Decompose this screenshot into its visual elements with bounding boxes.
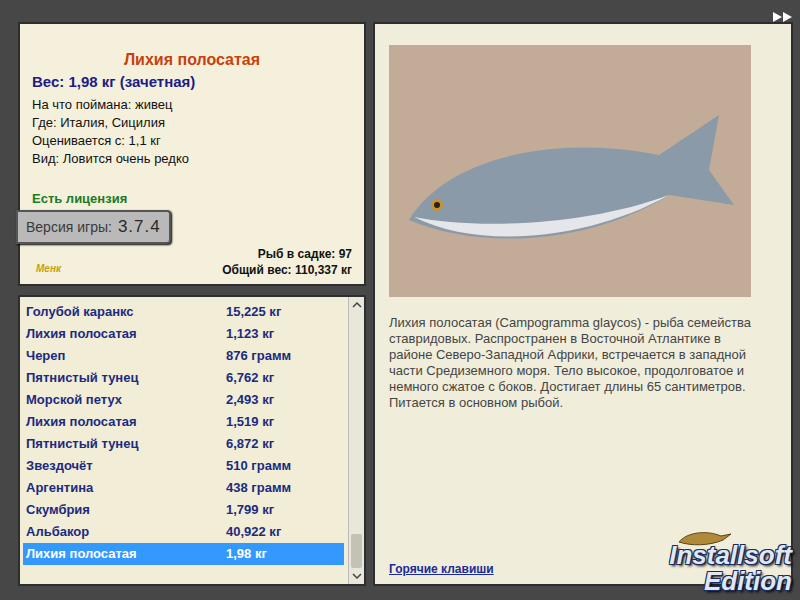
fish-title: Лихия полосатая bbox=[32, 50, 352, 70]
catch-row[interactable]: Пятнистый тунец6,762 кг bbox=[23, 367, 344, 389]
detail-line: Оценивается с: 1,1 кг bbox=[32, 132, 352, 150]
version-number: 3.7.4 bbox=[118, 214, 161, 240]
detail-line: Где: Италия, Сицилия bbox=[32, 114, 352, 132]
catch-row-weight: 438 грамм bbox=[226, 478, 291, 498]
catch-row-weight: 15,225 кг bbox=[226, 302, 281, 322]
catch-list-panel: Голубой каранкс15,225 кгЛихия полосатая1… bbox=[18, 295, 366, 586]
layout: Лихия полосатаяВес: 1,98 кг (зачетная)На… bbox=[0, 0, 800, 586]
catch-row-name: Звездочёт bbox=[26, 456, 226, 476]
catch-row-name: Лихия полосатая bbox=[26, 544, 226, 564]
catch-row-name: Альбакор bbox=[26, 522, 226, 542]
version-badge: Версия игры: 3.7.4 bbox=[16, 210, 171, 244]
scrollbar[interactable] bbox=[348, 297, 364, 584]
fish-info-panel: Лихия полосатая (Campogramma glaycos) - … bbox=[373, 22, 793, 586]
catch-row[interactable]: Лихия полосатая1,123 кг bbox=[23, 323, 344, 345]
catch-row-name: Аргентина bbox=[26, 478, 226, 498]
hotkeys-link[interactable]: Горячие клавиши bbox=[389, 560, 494, 578]
fish-description: Лихия полосатая (Campogramma glaycos) - … bbox=[389, 315, 751, 411]
left-column: Лихия полосатаяВес: 1,98 кг (зачетная)На… bbox=[18, 22, 366, 586]
fish-weight: Вес: 1,98 кг (зачетная) bbox=[32, 72, 352, 92]
license-status: Есть лицензия bbox=[32, 190, 352, 208]
info-footer: Менк Рыб в садке: 97Общий вес: 110,337 кг bbox=[32, 246, 352, 284]
catch-row-weight: 6,762 кг bbox=[226, 368, 274, 388]
catch-row[interactable]: Пятнистый тунец6,872 кг bbox=[23, 433, 344, 455]
catch-row-name: Лихия полосатая bbox=[26, 412, 226, 432]
branding-name: Installsoft bbox=[669, 542, 792, 568]
catch-row[interactable]: Череп876 грамм bbox=[23, 345, 344, 367]
catch-row[interactable]: Аргентина438 грамм bbox=[23, 477, 344, 499]
catch-stats: Рыб в садке: 97Общий вес: 110,337 кг bbox=[222, 246, 352, 278]
scroll-down-icon bbox=[349, 568, 365, 584]
catch-row-name: Пятнистый тунец bbox=[26, 368, 226, 388]
scroll-track-space bbox=[349, 313, 364, 534]
stat-line: Рыб в садке: 97 bbox=[258, 246, 352, 262]
catch-row-weight: 40,922 кг bbox=[226, 522, 281, 542]
menk-logo: Менк bbox=[32, 261, 61, 278]
catch-row-name: Голубой каранкс bbox=[26, 302, 226, 322]
installsoft-branding: InstallsoftEdition bbox=[669, 542, 792, 594]
catch-row-weight: 1,98 кг bbox=[226, 544, 267, 564]
detail-line: Вид: Ловится очень редко bbox=[32, 150, 352, 168]
catch-row-weight: 1,799 кг bbox=[226, 500, 274, 520]
catch-row-weight: 6,872 кг bbox=[226, 434, 274, 454]
stat-line: Общий вес: 110,337 кг bbox=[222, 262, 352, 278]
fish-photo-image bbox=[389, 45, 751, 297]
catch-row[interactable]: Лихия полосатая1,98 кг bbox=[23, 543, 344, 565]
catch-row-weight: 1,123 кг bbox=[226, 324, 274, 344]
scroll-thumb[interactable] bbox=[351, 534, 362, 568]
catch-row-name: Череп bbox=[26, 346, 226, 366]
branding-edition: Edition bbox=[704, 568, 792, 594]
catch-row-weight: 876 грамм bbox=[226, 346, 291, 366]
detail-line: На что поймана: живец bbox=[32, 96, 352, 114]
catch-row-name: Скумбрия bbox=[26, 500, 226, 520]
fish-photo bbox=[389, 45, 751, 297]
catch-row-name: Морской петух bbox=[26, 390, 226, 410]
catch-row-name: Лихия полосатая bbox=[26, 324, 226, 344]
lizard-logo-icon bbox=[677, 528, 733, 548]
catch-row[interactable]: Скумбрия1,799 кг bbox=[23, 499, 344, 521]
catch-row[interactable]: Морской петух2,493 кг bbox=[23, 389, 344, 411]
version-label: Версия игры: bbox=[26, 217, 112, 238]
fish-details: На что поймана: живецГде: Италия, Сицили… bbox=[32, 96, 352, 168]
catch-row-weight: 2,493 кг bbox=[226, 390, 274, 410]
catch-row[interactable]: Лихия полосатая1,519 кг bbox=[23, 411, 344, 433]
catch-row[interactable]: Голубой каранкс15,225 кг bbox=[23, 301, 344, 323]
catch-row-weight: 510 грамм bbox=[226, 456, 291, 476]
catch-row[interactable]: Альбакор40,922 кг bbox=[23, 521, 344, 543]
catch-info-panel: Лихия полосатаяВес: 1,98 кг (зачетная) На… bbox=[18, 22, 366, 286]
catch-row-name: Пятнистый тунец bbox=[26, 434, 226, 454]
catch-list: Голубой каранкс15,225 кгЛихия полосатая1… bbox=[20, 297, 348, 584]
catch-row-weight: 1,519 кг bbox=[226, 412, 274, 432]
catch-row[interactable]: Звездочёт510 грамм bbox=[23, 455, 344, 477]
scroll-up-icon bbox=[349, 297, 365, 313]
